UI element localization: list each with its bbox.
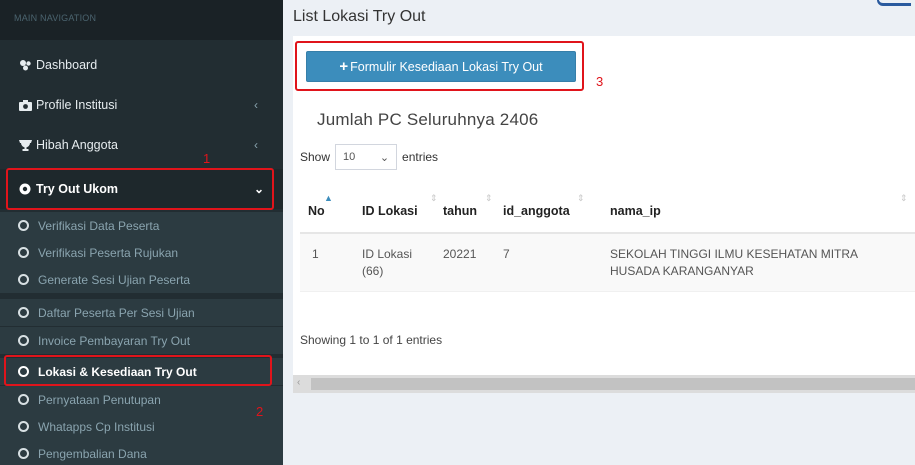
cell-tahun: 20221 [443,247,477,261]
submenu-item-invoice-pembayaran[interactable]: Invoice Pembayaran Try Out [0,327,283,354]
column-header-nama-ip[interactable]: nama_ip [610,204,661,218]
submenu-item-label: Daftar Peserta Per Sesi Ujian [38,305,195,320]
sort-asc-icon: ▲ [324,193,333,203]
circle-icon [18,335,29,346]
horizontal-scrollbar[interactable]: ‹ [293,375,915,393]
circle-icon [18,394,29,405]
column-header-id-lokasi[interactable]: ID Lokasi [362,204,418,218]
annotation-number-1: 1 [203,151,211,166]
dashboard-icon [14,59,36,71]
column-header-id-anggota[interactable]: id_anggota [503,204,570,218]
sidebar-item-hibah-anggota[interactable]: Hibah Anggota ‹ [0,125,283,165]
entries-select-value: 10 [343,151,356,163]
annotation-number-3: 3 [596,74,604,89]
annotation-box-3 [295,41,584,91]
entries-select[interactable]: 10 ⌄ [335,144,398,170]
column-header-tahun[interactable]: tahun [443,204,477,218]
submenu-item-label: Verifikasi Data Peserta [38,218,160,233]
page-title: List Lokasi Try Out [293,8,426,25]
circle-icon [18,448,29,459]
submenu-item-verifikasi-data-peserta[interactable]: Verifikasi Data Peserta [0,212,283,239]
entries-label: entries [402,150,439,164]
sidebar-item-profile-institusi[interactable]: Profile Institusi ‹ [0,85,283,125]
chevron-down-icon: ⌄ [379,151,390,164]
annotation-box-1 [6,168,274,210]
cell-id-anggota: 7 [503,247,510,261]
submenu-item-label: Verifikasi Peserta Rujukan [38,245,179,260]
sort-icon: ⇕ [577,193,585,203]
sidebar-item-dashboard[interactable]: Dashboard [0,45,283,85]
circle-icon [18,421,29,432]
submenu-item-label: Generate Sesi Ujian Peserta [38,272,191,287]
submenu-item-daftar-peserta[interactable]: Daftar Peserta Per Sesi Ujian [0,299,283,326]
logo [877,0,911,6]
table-row: 1 ID Lokasi (66) 20221 7 SEKOLAH TINGGI … [300,234,915,292]
sidebar-item-label: Hibah Anggota [36,138,119,152]
submenu-item-label: Whatapps Cp Institusi [38,419,155,434]
submenu-item-label: Invoice Pembayaran Try Out [38,333,191,348]
sidebar-item-label: Profile Institusi [36,98,118,112]
annotation-box-2 [4,355,272,386]
submenu-item-verifikasi-peserta-rujukan[interactable]: Verifikasi Peserta Rujukan [0,239,283,266]
scroll-left-icon[interactable]: ‹ [297,377,300,388]
annotation-number-2: 2 [256,404,264,419]
submenu-item-label: Pengembalian Dana [38,446,147,461]
cell-no: 1 [312,247,319,261]
camera-icon [14,99,36,111]
scrollbar-thumb[interactable] [311,378,915,390]
sort-icon: ⇕ [430,193,438,203]
circle-icon [18,220,29,231]
show-label: Show [300,150,331,164]
circle-icon [18,274,29,285]
column-header-no[interactable]: No [308,204,325,218]
submenu-item-generate-sesi[interactable]: Generate Sesi Ujian Peserta [0,266,283,293]
circle-icon [18,247,29,258]
table-header: No ▲ ID Lokasi ⇕ tahun ⇕ id_anggota ⇕ na… [300,188,915,234]
entries-length-control: Show 10 ⌄ entries [300,144,438,170]
cell-nama-ip: SEKOLAH TINGGI ILMU KESEHATAN MITRA HUSA… [610,247,858,278]
sidebar-item-label: Dashboard [36,58,98,72]
sidebar-header: MAIN NAVIGATION [0,0,283,40]
sort-icon: ⇕ [900,193,908,203]
submenu-item-pernyataan-penutupan[interactable]: Pernyataan Penutupan [0,386,283,413]
trophy-icon [14,139,36,151]
submenu-item-pengembalian-dana[interactable]: Pengembalian Dana [0,440,283,465]
table-info: Showing 1 to 1 of 1 entries [300,333,443,347]
submenu-item-whatapps-cp[interactable]: Whatapps Cp Institusi [0,413,283,440]
chevron-left-icon: ‹ [254,98,258,112]
cell-id-lokasi: ID Lokasi (66) [362,247,413,278]
submenu-item-label: Pernyataan Penutupan [38,392,161,407]
chevron-left-icon: ‹ [254,138,258,152]
total-pc-text: Jumlah PC Seluruhnya 2406 [317,110,539,129]
sidebar: MAIN NAVIGATION Dashboard Profile Instit… [0,0,283,465]
circle-icon [18,307,29,318]
sort-icon: ⇕ [485,193,493,203]
